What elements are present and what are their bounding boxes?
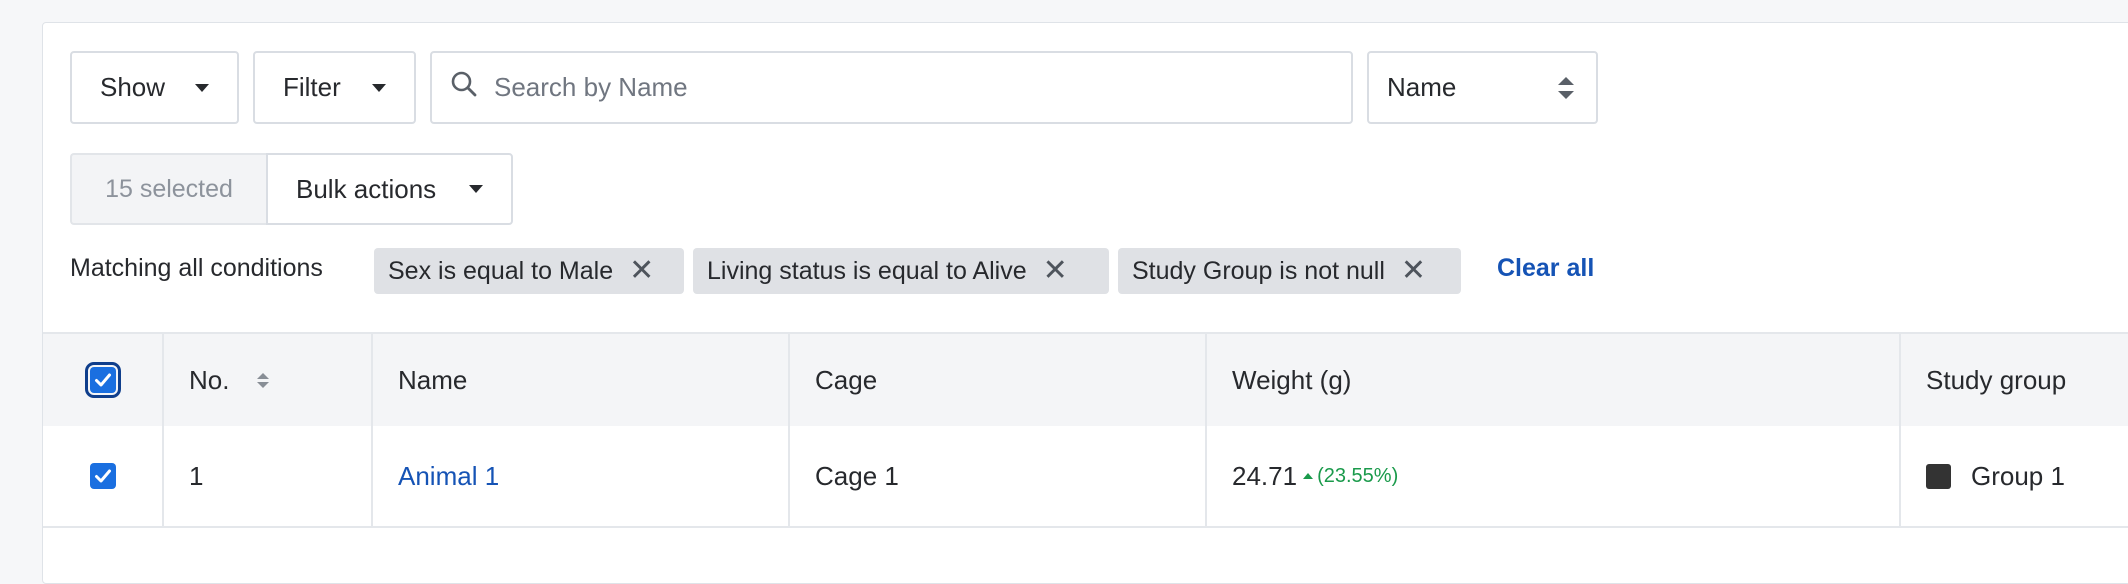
header-select-cell — [43, 334, 164, 426]
column-header-label: Cage — [815, 364, 878, 395]
filter-chip-text: Study Group is not null — [1132, 256, 1385, 285]
checkmark-icon — [94, 469, 111, 483]
group-color-swatch — [1926, 463, 1951, 489]
filter-chip-text: Living status is equal to Alive — [707, 256, 1027, 285]
caret-down-icon — [195, 83, 209, 92]
filter-chip-living-status: Living status is equal to Alive ✕ — [693, 248, 1109, 294]
caret-down-icon — [372, 83, 386, 92]
filter-chip-text: Sex is equal to Male — [388, 256, 614, 285]
close-icon[interactable]: ✕ — [1401, 256, 1426, 286]
show-dropdown-label: Show — [100, 72, 166, 102]
show-dropdown[interactable]: Show — [70, 51, 239, 124]
column-header-no[interactable]: No. — [164, 334, 373, 426]
column-header-study-group: Study group — [1901, 334, 2128, 426]
bulk-actions-group: 15 selected Bulk actions — [70, 153, 513, 225]
column-header-cage: Cage — [790, 334, 1207, 426]
weight-value: 24.71 — [1232, 460, 1298, 491]
column-header-label: Weight (g) — [1232, 364, 1352, 395]
caret-down-icon — [469, 185, 483, 193]
column-header-name: Name — [373, 334, 790, 426]
weight-change-value: (23.55%) — [1317, 464, 1399, 487]
weight-change: (23.55%) — [1303, 465, 1398, 488]
filter-dropdown-label: Filter — [283, 72, 341, 102]
close-icon[interactable]: ✕ — [1043, 256, 1068, 286]
arrow-up-icon — [1303, 473, 1314, 479]
cell-weight: 24.71 (23.55%) — [1207, 426, 1901, 526]
checkmark-icon — [94, 373, 111, 387]
bulk-actions-label: Bulk actions — [296, 173, 437, 204]
cell-study-group: Group 1 — [1901, 426, 2128, 526]
row-checkbox[interactable] — [89, 463, 116, 489]
animal-link[interactable]: Animal 1 — [398, 461, 499, 492]
group-label: Group 1 — [1971, 460, 2065, 491]
conditions-label: Matching all conditions — [70, 254, 323, 282]
table-row: 1 Animal 1 Cage 1 24.71 (23.55%) Group 1 — [43, 426, 2128, 528]
sort-field-select[interactable]: Name — [1367, 51, 1598, 124]
search-icon — [450, 70, 478, 105]
selected-count: 15 selected — [70, 153, 266, 225]
bulk-actions-dropdown[interactable]: Bulk actions — [266, 153, 513, 225]
search-input[interactable] — [492, 71, 1316, 104]
column-header-weight: Weight (g) — [1207, 334, 1901, 426]
column-header-label: Study group — [1926, 364, 2067, 395]
sort-icon[interactable] — [257, 372, 270, 388]
select-all-checkbox[interactable] — [84, 362, 121, 398]
column-header-label: No. — [189, 364, 230, 395]
cell-name: Animal 1 — [373, 426, 790, 526]
table-header: No. Name Cage Weight (g) Study group — [43, 332, 2128, 428]
filter-chip-sex: Sex is equal to Male ✕ — [374, 248, 684, 294]
select-arrows-icon — [1558, 76, 1574, 99]
clear-all-link[interactable]: Clear all — [1497, 254, 1594, 283]
filter-chip-study-group: Study Group is not null ✕ — [1118, 248, 1461, 294]
cell-cage: Cage 1 — [790, 426, 1207, 526]
row-select-cell — [43, 426, 164, 526]
filter-dropdown[interactable]: Filter — [253, 51, 416, 124]
cell-no: 1 — [164, 426, 373, 526]
column-header-label: Name — [398, 364, 468, 395]
sort-field-value: Name — [1387, 72, 1457, 102]
search-box[interactable] — [430, 51, 1353, 124]
close-icon[interactable]: ✕ — [629, 256, 654, 286]
